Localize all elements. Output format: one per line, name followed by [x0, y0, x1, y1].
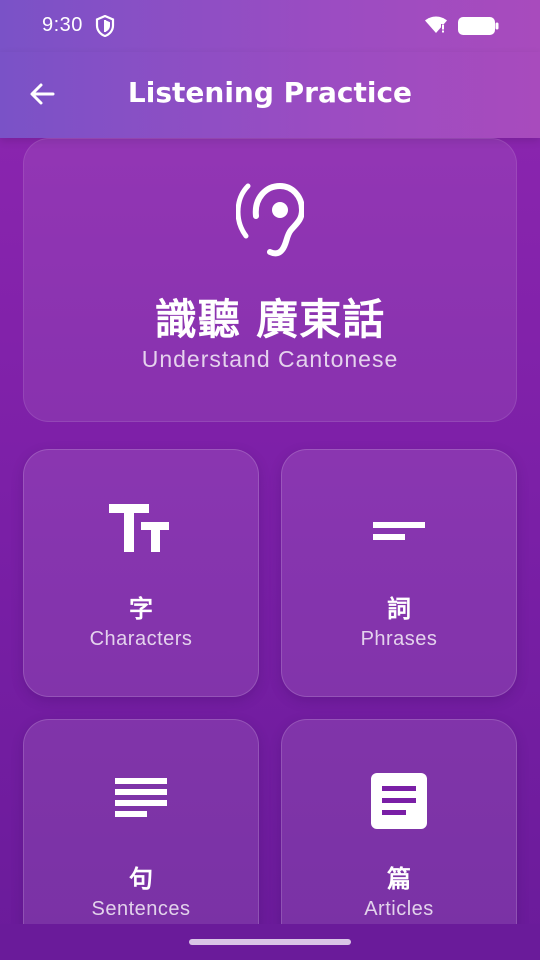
hero-title: 識聽 廣東話: [154, 295, 386, 344]
wifi-icon: [425, 16, 447, 33]
battery-icon: [458, 17, 499, 35]
status-time: 9:30: [42, 14, 83, 36]
hero-subtitle: Understand Cantonese: [141, 346, 399, 372]
page-title: Listening Practice: [127, 76, 413, 109]
phrases-label-cn: 詞: [387, 595, 411, 623]
characters-label-en: Characters: [89, 628, 193, 650]
ear-icon: [236, 182, 304, 257]
gesture-handle[interactable]: [189, 939, 351, 945]
characters-label-cn: 字: [129, 595, 153, 623]
articles-label-cn: 篇: [387, 865, 411, 893]
status-bar: 9:30: [0, 0, 540, 52]
phrases-card[interactable]: 詞 Phrases: [281, 449, 517, 697]
phrases-label-en: Phrases: [360, 628, 438, 650]
short-text-icon: [373, 522, 425, 540]
characters-card[interactable]: 字 Characters: [23, 449, 259, 697]
notes-icon: [115, 778, 167, 817]
articles-label-en: Articles: [364, 898, 434, 920]
sentences-label-en: Sentences: [91, 898, 191, 920]
shield-icon: [95, 15, 115, 37]
text-fields-icon: [109, 504, 169, 552]
article-icon: [371, 773, 427, 829]
sentences-label-cn: 句: [129, 865, 153, 893]
